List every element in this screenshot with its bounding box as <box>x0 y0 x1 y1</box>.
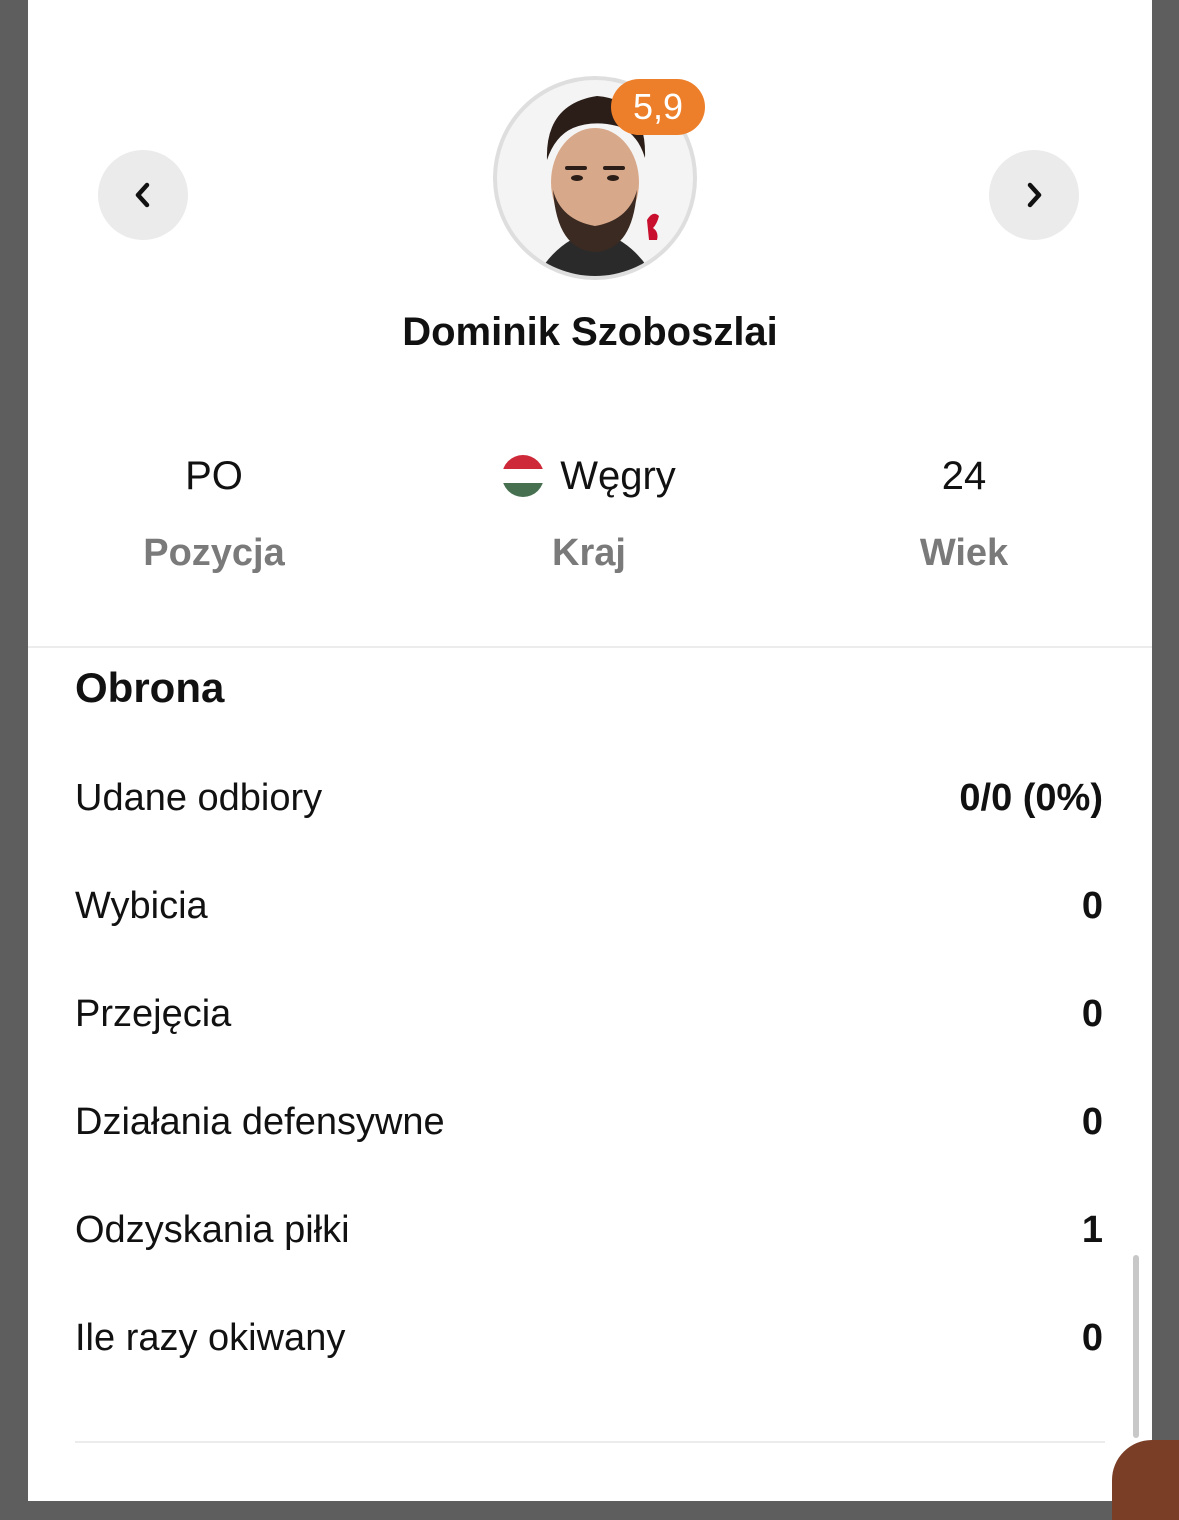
stat-row: Wybicia 0 <box>75 852 1103 960</box>
info-country: Węgry Kraj <box>439 448 739 575</box>
stat-row: Działania defensywne 0 <box>75 1068 1103 1176</box>
chevron-right-icon <box>1027 182 1042 208</box>
player-rating-badge: 5,9 <box>611 79 705 135</box>
stat-value: 0/0 (0%) <box>959 776 1103 819</box>
stat-label: Udane odbiory <box>75 776 323 819</box>
age-label: Wiek <box>919 532 1009 574</box>
age-value: 24 <box>941 454 987 498</box>
stat-value: 1 <box>1081 1208 1103 1251</box>
country-value-wrap: Węgry <box>439 448 739 504</box>
player-avatar-wrap: FC 5,9 <box>493 76 705 280</box>
stat-label: Działania defensywne <box>75 1100 445 1143</box>
country-label: Kraj <box>552 532 626 574</box>
section-title: Obrona <box>75 664 225 711</box>
stat-row: Odzyskania piłki 1 <box>75 1176 1103 1284</box>
stats-list: Udane odbiory 0/0 (0%) Wybicia 0 Przejęc… <box>75 744 1103 1392</box>
info-position: PO Pozycja <box>64 448 364 575</box>
divider <box>75 1441 1105 1443</box>
stat-value: 0 <box>1081 992 1103 1035</box>
player-card: FC 5,9 Dominik Szoboszlai PO Pozycja Węg… <box>28 0 1152 1501</box>
background-object <box>1112 1440 1179 1520</box>
svg-text:FC: FC <box>645 259 660 273</box>
stat-label: Odzyskania piłki <box>75 1208 350 1251</box>
previous-player-button[interactable] <box>98 150 188 240</box>
hungary-flag-icon <box>502 455 545 497</box>
country-value: Węgry <box>560 454 676 498</box>
stat-label: Wybicia <box>75 884 208 927</box>
next-player-button[interactable] <box>989 150 1079 240</box>
info-age: 24 Wiek <box>814 448 1114 575</box>
stat-label: Ile razy okiwany <box>75 1316 346 1359</box>
stat-label: Przejęcia <box>75 992 232 1035</box>
stat-row: Przejęcia 0 <box>75 960 1103 1068</box>
divider <box>28 646 1152 648</box>
stat-row: Ile razy okiwany 0 <box>75 1284 1103 1392</box>
scrollbar[interactable] <box>1133 1255 1139 1438</box>
stat-value: 0 <box>1081 1100 1103 1143</box>
stat-row: Udane odbiory 0/0 (0%) <box>75 744 1103 852</box>
stat-value: 0 <box>1081 884 1103 927</box>
chevron-left-icon <box>135 182 150 208</box>
club-crest-icon: FC <box>645 213 660 273</box>
position-value: PO <box>185 454 243 498</box>
stat-value: 0 <box>1081 1316 1103 1359</box>
position-label: Pozycja <box>143 532 285 574</box>
player-name: Dominik Szoboszlai <box>402 310 778 354</box>
